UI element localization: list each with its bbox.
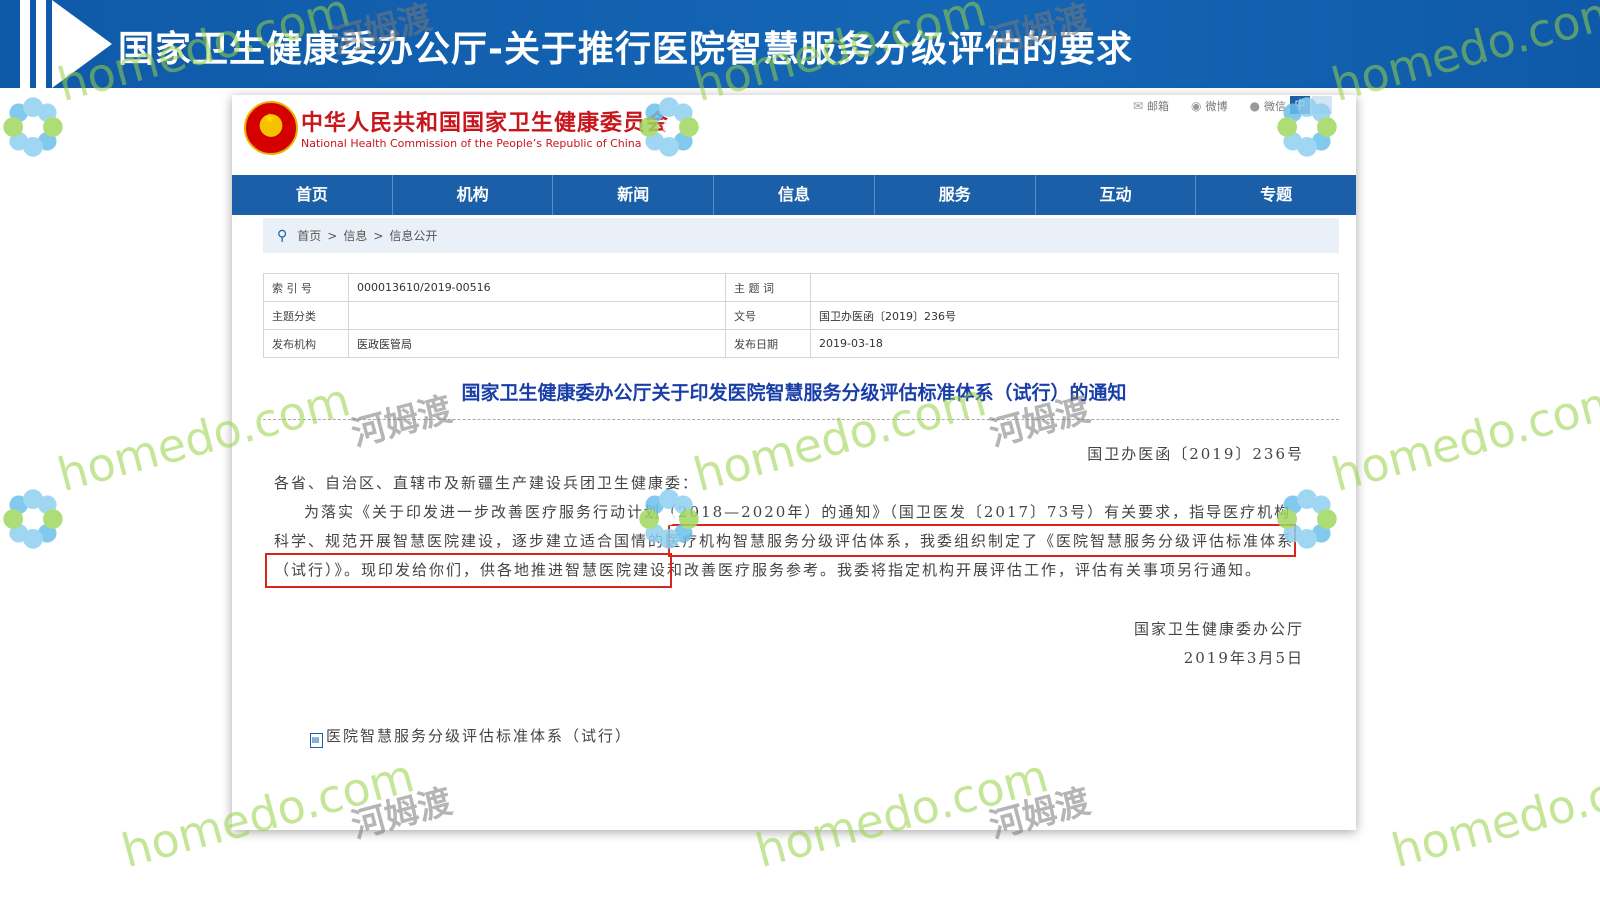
- document-meta-table: 索 引 号 000013610/2019-00516 主 题 词 主题分类 文号…: [263, 273, 1339, 358]
- meta-value: 000013610/2019-00516: [348, 273, 726, 302]
- language-button-alt[interactable]: [1312, 96, 1332, 114]
- location-pin-icon: ⚲: [277, 227, 288, 244]
- star-icon: ★: [263, 111, 276, 127]
- nav-item-interaction[interactable]: 互动: [1036, 175, 1197, 215]
- document-number: 国卫办医函〔2019〕236号: [1087, 445, 1304, 463]
- nav-item-home[interactable]: 首页: [232, 175, 393, 215]
- table-row: 发布机构 医政医管局 发布日期 2019-03-18: [263, 329, 1339, 358]
- top-link-label: 微博: [1205, 100, 1228, 113]
- attachment-link[interactable]: ▤ 医院智慧服务分级评估标准体系（试行）: [310, 725, 632, 748]
- slide-title: 国家卫生健康委办公厅-关于推行医院智慧服务分级评估的要求: [118, 29, 1133, 70]
- breadcrumb-item[interactable]: 信息公开: [389, 227, 437, 244]
- watermark: homedo.com: [1386, 748, 1600, 878]
- top-link-mail[interactable]: ✉ 邮箱: [1133, 98, 1169, 114]
- meta-key: 索 引 号: [263, 273, 349, 302]
- main-nav: 首页 机构 新闻 信息 服务 互动 专题: [232, 175, 1356, 215]
- highlight-box: [265, 553, 672, 588]
- national-emblem-icon: ★: [244, 101, 298, 155]
- meta-value: [810, 273, 1339, 302]
- meta-key: 文号: [725, 301, 811, 330]
- breadcrumb: ⚲ 首页 > 信息 > 信息公开: [263, 218, 1339, 253]
- document-signer: 国家卫生健康委办公厅: [1133, 620, 1304, 638]
- site-name-cn[interactable]: 中华人民共和国国家卫生健康委员会: [301, 105, 669, 137]
- meta-key: 主 题 词: [725, 273, 811, 302]
- attachment-label: 医院智慧服务分级评估标准体系（试行）: [326, 727, 633, 745]
- document-date: 2019年3月5日: [1183, 649, 1304, 667]
- watermark: homedo.com: [750, 748, 1054, 878]
- nav-item-topics[interactable]: 专题: [1196, 175, 1356, 215]
- table-row: 索 引 号 000013610/2019-00516 主 题 词: [263, 273, 1339, 302]
- watermark-flower-icon: [2, 488, 64, 550]
- document-icon: ▤: [310, 733, 323, 748]
- wechat-icon: ●: [1249, 99, 1260, 113]
- watermark: homedo.com: [1326, 372, 1600, 502]
- breadcrumb-separator: >: [373, 228, 384, 243]
- meta-value: [348, 301, 726, 330]
- highlight-box: [668, 524, 1296, 557]
- site-header: ★ 中华人民共和国国家卫生健康委员会 National Health Commi…: [232, 95, 1356, 175]
- divider: [263, 419, 1339, 420]
- meta-value: 国卫办医函〔2019〕236号: [810, 301, 1339, 330]
- top-link-wechat[interactable]: ● 微信: [1250, 98, 1286, 114]
- top-link-label: 微信: [1264, 100, 1286, 113]
- watermark-flower-icon: [2, 96, 64, 158]
- language-button[interactable]: 中: [1290, 96, 1310, 114]
- document-salutation: 各省、自治区、直辖市及新疆生产建设兵团卫生健康委：: [274, 474, 700, 492]
- header-arrow-icon: [52, 0, 112, 88]
- nav-item-news[interactable]: 新闻: [553, 175, 715, 215]
- header-bar-decoration: [36, 0, 46, 88]
- site-name-en: National Health Commission of the People…: [301, 137, 642, 150]
- header-bar-decoration: [20, 0, 30, 88]
- slide-header: 国家卫生健康委办公厅-关于推行医院智慧服务分级评估的要求: [0, 0, 1600, 88]
- breadcrumb-item[interactable]: 信息: [343, 227, 367, 244]
- breadcrumb-item[interactable]: 首页: [297, 227, 321, 244]
- top-link-label: 邮箱: [1147, 100, 1170, 113]
- weibo-icon: ◉: [1191, 99, 1202, 113]
- meta-value: 医政医管局: [348, 329, 726, 358]
- nav-item-organization[interactable]: 机构: [393, 175, 554, 215]
- meta-key: 发布机构: [263, 329, 349, 358]
- top-links: ✉ 邮箱 ◉ 微博 ● 微信: [1133, 98, 1286, 114]
- top-link-weibo[interactable]: ◉ 微博: [1191, 98, 1227, 114]
- nav-item-services[interactable]: 服务: [875, 175, 1036, 215]
- nav-item-information[interactable]: 信息: [714, 175, 875, 215]
- breadcrumb-separator: >: [327, 228, 338, 243]
- meta-key: 主题分类: [263, 301, 349, 330]
- meta-value: 2019-03-18: [810, 329, 1339, 358]
- mail-icon: ✉: [1132, 99, 1144, 113]
- watermark: homedo.com: [116, 748, 420, 878]
- meta-key: 发布日期: [725, 329, 811, 358]
- document-title: 国家卫生健康委办公厅关于印发医院智慧服务分级评估标准体系（试行）的通知: [461, 382, 1127, 404]
- table-row: 主题分类 文号 国卫办医函〔2019〕236号: [263, 301, 1339, 330]
- webpage-screenshot: ★ 中华人民共和国国家卫生健康委员会 National Health Commi…: [232, 95, 1356, 830]
